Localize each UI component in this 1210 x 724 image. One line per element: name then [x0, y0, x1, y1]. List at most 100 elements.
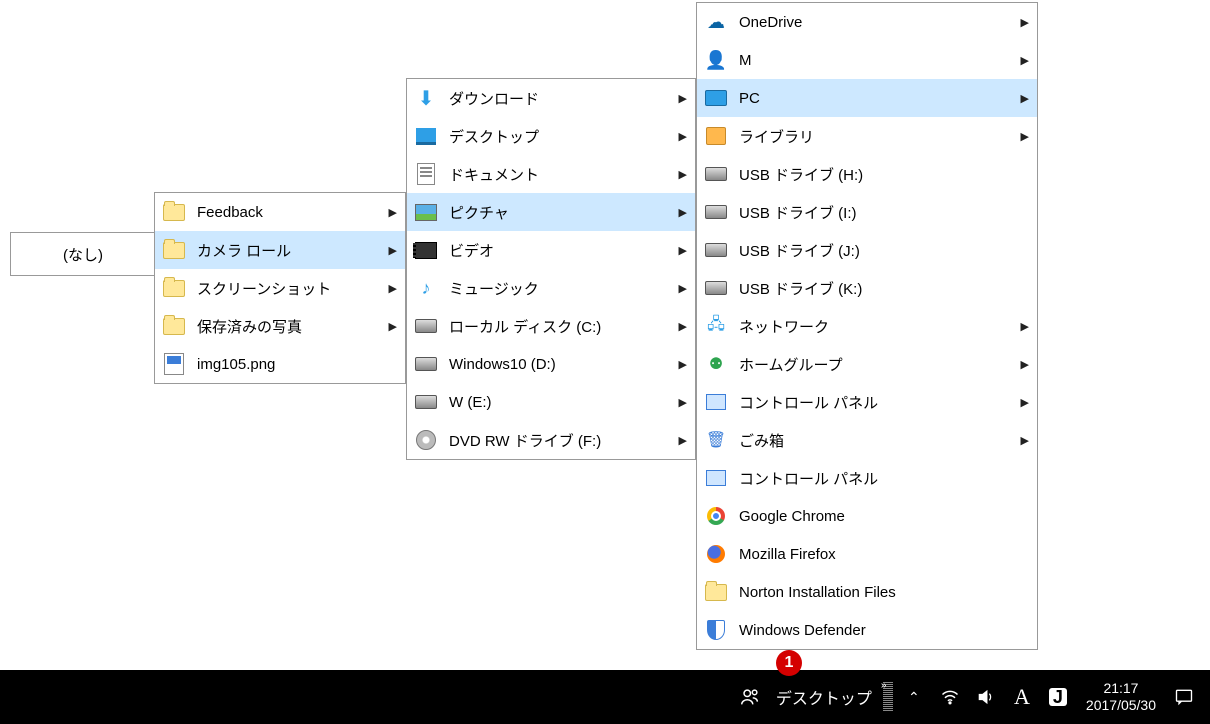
menu-item-label: コントロール パネル	[739, 468, 1029, 489]
menu-item[interactable]: Windows Defender	[697, 611, 1037, 649]
menu-item[interactable]: ⚉ホームグループ▶	[697, 345, 1037, 383]
tray-overflow-icon[interactable]: ⌃	[896, 670, 932, 724]
wifi-icon[interactable]	[932, 670, 968, 724]
menu-item[interactable]: 🖧ネットワーク▶	[697, 307, 1037, 345]
submenu-arrow-icon: ▶	[679, 130, 687, 143]
submenu-arrow-icon: ▶	[679, 434, 687, 447]
submenu-pc-locations: ⬇ダウンロード▶デスクトップ▶ドキュメント▶ピクチャ▶ビデオ▶♪ミュージック▶ロ…	[406, 78, 696, 460]
menu-item-label: Windows Defender	[739, 622, 1029, 639]
menu-item-label: DVD RW ドライブ (F:)	[449, 430, 667, 451]
menu-item[interactable]: ローカル ディスク (C:) ▶	[407, 307, 695, 345]
menu-item[interactable]: ビデオ ▶	[407, 231, 695, 269]
menu-item[interactable]: Mozilla Firefox	[697, 535, 1037, 573]
annotation-badge: 1	[776, 650, 802, 676]
menu-item[interactable]: スクリーンショット▶	[155, 269, 405, 307]
menu-item[interactable]: USB ドライブ (I:)	[697, 193, 1037, 231]
submenu-arrow-icon: ▶	[679, 320, 687, 333]
menu-item[interactable]: ☁OneDrive▶	[697, 3, 1037, 41]
menu-item-label: Norton Installation Files	[739, 584, 1029, 601]
menu-item[interactable]: DVD RW ドライブ (F:) ▶	[407, 421, 695, 459]
imgfile-icon	[163, 353, 185, 375]
menu-item-label: ネットワーク	[739, 316, 1009, 337]
pic-icon	[415, 201, 437, 223]
menu-item[interactable]: USB ドライブ (J:)	[697, 231, 1037, 269]
menu-item[interactable]: ⬇ダウンロード▶	[407, 79, 695, 117]
folder-icon	[163, 201, 185, 223]
root-menu[interactable]: (なし)	[10, 232, 156, 276]
menu-item-label: カメラ ロール	[197, 240, 377, 261]
submenu-arrow-icon: ▶	[679, 358, 687, 371]
toolbar-handle[interactable]: »	[883, 682, 893, 712]
menu-item-label: ピクチャ	[449, 202, 667, 223]
tray-app-icon[interactable]: J	[1040, 670, 1076, 724]
menu-item-label: ホームグループ	[739, 354, 1009, 375]
menu-item-label: USB ドライブ (I:)	[739, 202, 1029, 223]
submenu-arrow-icon: ▶	[1021, 396, 1029, 409]
submenu-arrow-icon: ▶	[1021, 434, 1029, 447]
menu-item[interactable]: カメラ ロール▶	[155, 231, 405, 269]
menu-item[interactable]: USB ドライブ (H:)	[697, 155, 1037, 193]
menu-item-label: ローカル ディスク (C:)	[449, 316, 667, 337]
menu-item[interactable]: 👤M▶	[697, 41, 1037, 79]
disk-icon	[705, 239, 727, 261]
submenu-arrow-icon: ▶	[1021, 320, 1029, 333]
menu-item[interactable]: デスクトップ ▶	[407, 117, 695, 155]
menu-item-label: USB ドライブ (K:)	[739, 278, 1029, 299]
disk-icon	[705, 163, 727, 185]
menu-item[interactable]: Feedback▶	[155, 193, 405, 231]
ime-indicator[interactable]: A	[1004, 670, 1040, 724]
submenu-arrow-icon: ▶	[679, 206, 687, 219]
desktop-toolbar-label: デスクトップ	[776, 685, 872, 709]
ctrl-icon	[705, 467, 727, 489]
folder-icon	[163, 277, 185, 299]
menu-item[interactable]: コントロール パネル	[697, 459, 1037, 497]
menu-item-label: ビデオ	[449, 240, 667, 261]
menu-item[interactable]: ライブラリ▶	[697, 117, 1037, 155]
cloud-icon: ☁	[705, 11, 727, 33]
menu-item[interactable]: コントロール パネル▶	[697, 383, 1037, 421]
menu-item-label: Feedback	[197, 204, 377, 221]
menu-item[interactable]: img105.png	[155, 345, 405, 383]
submenu-arrow-icon: ▶	[679, 282, 687, 295]
menu-item[interactable]: Norton Installation Files	[697, 573, 1037, 611]
submenu-arrow-icon: ▶	[389, 282, 397, 295]
menu-item[interactable]: USB ドライブ (K:)	[697, 269, 1037, 307]
menu-item[interactable]: PC▶	[697, 79, 1037, 117]
submenu-arrow-icon: ▶	[1021, 92, 1029, 105]
menu-item[interactable]: Windows10 (D:)▶	[407, 345, 695, 383]
disk-icon	[415, 353, 437, 375]
chrome-icon	[705, 505, 727, 527]
menu-item[interactable]: 🗑ごみ箱▶	[697, 421, 1037, 459]
doc-icon	[415, 163, 437, 185]
submenu-arrow-icon: ▶	[679, 396, 687, 409]
menu-item[interactable]: ドキュメント▶	[407, 155, 695, 193]
disk-icon	[415, 315, 437, 337]
firefox-icon	[705, 543, 727, 565]
volume-icon[interactable]	[968, 670, 1004, 724]
submenu-arrow-icon: ▶	[679, 244, 687, 257]
menu-item[interactable]: W (E:) ▶	[407, 383, 695, 421]
disk-icon	[705, 277, 727, 299]
menu-item-label: デスクトップ	[449, 126, 667, 147]
menu-item-label: ライブラリ	[739, 126, 1009, 147]
menu-item[interactable]: 保存済みの写真▶	[155, 307, 405, 345]
desktop-toolbar-button[interactable]: デスクトップ 1	[768, 670, 880, 724]
people-icon[interactable]	[732, 670, 768, 724]
menu-item-label: ダウンロード	[449, 88, 667, 109]
action-center-icon[interactable]	[1166, 670, 1202, 724]
menu-item-label: W (E:)	[449, 394, 667, 411]
submenu-arrow-icon: ▶	[679, 168, 687, 181]
folder-icon	[705, 581, 727, 603]
clock[interactable]: 21:17 2017/05/30	[1076, 680, 1166, 715]
home-icon: ⚉	[705, 353, 727, 375]
menu-item[interactable]: ピクチャ ▶	[407, 193, 695, 231]
dvd-icon	[415, 429, 437, 451]
menu-item[interactable]: Google Chrome	[697, 497, 1037, 535]
clock-time: 21:17	[1086, 680, 1156, 698]
menu-item-label: 保存済みの写真	[197, 316, 377, 337]
clock-date: 2017/05/30	[1086, 697, 1156, 715]
shield-icon	[705, 619, 727, 641]
menu-item[interactable]: ♪ミュージック▶	[407, 269, 695, 307]
person-icon: 👤	[705, 49, 727, 71]
menu-item-label: ミュージック	[449, 278, 667, 299]
